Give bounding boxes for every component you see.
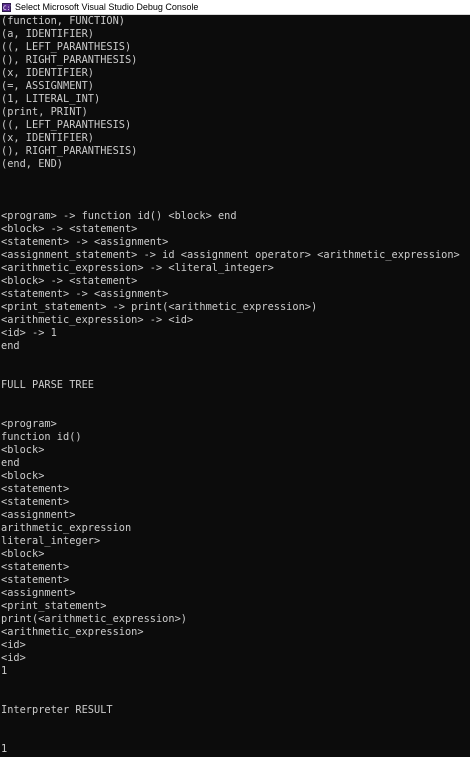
console-line: FULL PARSE TREE — [1, 379, 94, 391]
console-line: end — [1, 457, 20, 469]
console-line: <arithmetic_expression> — [1, 626, 144, 638]
console-line: (), RIGHT_PARANTHESIS) — [1, 54, 138, 66]
console-line: <block> — [1, 548, 45, 560]
console-line: (a, IDENTIFIER) — [1, 28, 94, 40]
console-line: <print_statement> -> print(<arithmetic_e… — [1, 301, 318, 313]
console-line: <block> — [1, 444, 45, 456]
console-line: (print, PRINT) — [1, 106, 88, 118]
console-line: (x, IDENTIFIER) — [1, 67, 94, 79]
console-line: <id> -> 1 — [1, 327, 57, 339]
console-line: <arithmetic_expression> -> <literal_inte… — [1, 262, 274, 274]
console-line: 1 — [1, 665, 8, 677]
console-line: <assignment> — [1, 509, 76, 521]
console-line: ((, LEFT_PARANTHESIS) — [1, 41, 132, 53]
console-line: <program> — [1, 418, 57, 430]
console-line: (), RIGHT_PARANTHESIS) — [1, 145, 138, 157]
title-bar[interactable]: C:\ Select Microsoft Visual Studio Debug… — [0, 0, 470, 15]
console-line: arithmetic_expression — [1, 522, 132, 534]
console-line: <statement> — [1, 574, 70, 586]
console-line: Interpreter RESULT — [1, 704, 113, 716]
console-line: <program> -> function id() <block> end — [1, 210, 237, 222]
console-line: (=, ASSIGNMENT) — [1, 80, 94, 92]
console-line: function id() — [1, 431, 82, 443]
console-app-icon: C:\ — [2, 2, 14, 12]
console-line: <print_statement> — [1, 600, 107, 612]
console-line: (end, END) — [1, 158, 63, 170]
console-output[interactable]: (function, FUNCTION) (a, IDENTIFIER) ((, L… — [1, 15, 470, 757]
console-line: end — [1, 340, 20, 352]
console-line: <block> -> <statement> — [1, 223, 138, 235]
console-line: 1 — [1, 743, 8, 755]
console-line: <arithmetic_expression> -> <id> — [1, 314, 194, 326]
console-line: (function, FUNCTION) — [1, 15, 125, 27]
console-line: <block> -> <statement> — [1, 275, 138, 287]
console-line: literal_integer> — [1, 535, 101, 547]
console-line: <assignment> — [1, 587, 76, 599]
console-line: ((, LEFT_PARANTHESIS) — [1, 119, 132, 131]
debug-console-window: C:\ Select Microsoft Visual Studio Debug… — [0, 0, 470, 757]
console-line: print(<arithmetic_expression>) — [1, 613, 187, 625]
console-line: (1, LITERAL_INT) — [1, 93, 101, 105]
console-line: <id> — [1, 652, 26, 664]
console-line: <id> — [1, 639, 26, 651]
console-line: <statement> — [1, 483, 70, 495]
console-line: (x, IDENTIFIER) — [1, 132, 94, 144]
window-title: Select Microsoft Visual Studio Debug Con… — [15, 2, 199, 12]
console-line: <assignment_statement> -> id <assignment… — [1, 249, 460, 261]
console-line: <statement> — [1, 496, 70, 508]
console-line: <statement> -> <assignment> — [1, 288, 169, 300]
console-line: <statement> -> <assignment> — [1, 236, 169, 248]
console-line: <statement> — [1, 561, 70, 573]
console-line: <block> — [1, 470, 45, 482]
